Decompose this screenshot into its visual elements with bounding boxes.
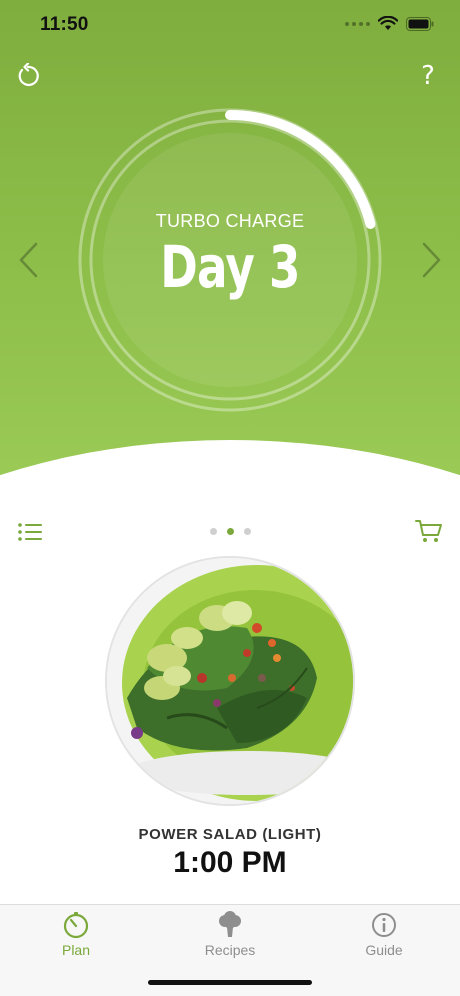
home-indicator <box>148 980 312 985</box>
broccoli-icon <box>219 911 241 937</box>
page-dot-active <box>226 528 234 535</box>
page-dot <box>209 528 217 535</box>
battery-icon <box>406 16 434 31</box>
day-title: Day 3 <box>160 233 300 301</box>
meal-time: 1:00 PM <box>173 846 287 879</box>
tab-recipes-label: Recipes <box>204 942 256 958</box>
tab-guide-label: Guide <box>365 942 403 958</box>
status-bar: 11:50 <box>0 0 460 50</box>
status-icons <box>345 16 434 31</box>
signal-dots-icon <box>345 21 370 26</box>
page-dot <box>243 528 251 535</box>
page-indicator[interactable] <box>0 528 460 535</box>
tab-plan[interactable]: Plan <box>16 911 136 965</box>
help-button[interactable]: ? <box>412 60 444 92</box>
meal-toolbar <box>0 512 460 552</box>
tab-recipes[interactable]: Recipes <box>170 911 290 965</box>
chevron-left-icon <box>19 242 38 278</box>
shopping-cart-button[interactable] <box>414 516 444 546</box>
status-time: 11:50 <box>40 14 89 35</box>
tab-guide[interactable]: Guide <box>324 911 444 965</box>
meal-name: POWER SALAD (LIGHT) <box>138 826 322 843</box>
hero-curve <box>0 440 460 500</box>
previous-day-button[interactable] <box>16 240 42 280</box>
phase-title: TURBO CHARGE <box>155 211 305 231</box>
next-day-button[interactable] <box>418 240 444 280</box>
info-icon <box>372 913 396 937</box>
meal-photo[interactable] <box>105 556 355 806</box>
help-icon: ? <box>421 61 435 91</box>
restart-icon <box>18 63 39 87</box>
day-progress-ring: TURBO CHARGE Day 3 <box>75 105 385 415</box>
cart-icon <box>415 520 442 542</box>
timer-icon <box>63 912 89 939</box>
tab-plan-label: Plan <box>61 942 91 958</box>
wifi-icon <box>378 16 398 30</box>
chevron-right-icon <box>422 242 441 278</box>
salad-image <box>107 558 353 804</box>
reset-button[interactable] <box>12 60 44 92</box>
